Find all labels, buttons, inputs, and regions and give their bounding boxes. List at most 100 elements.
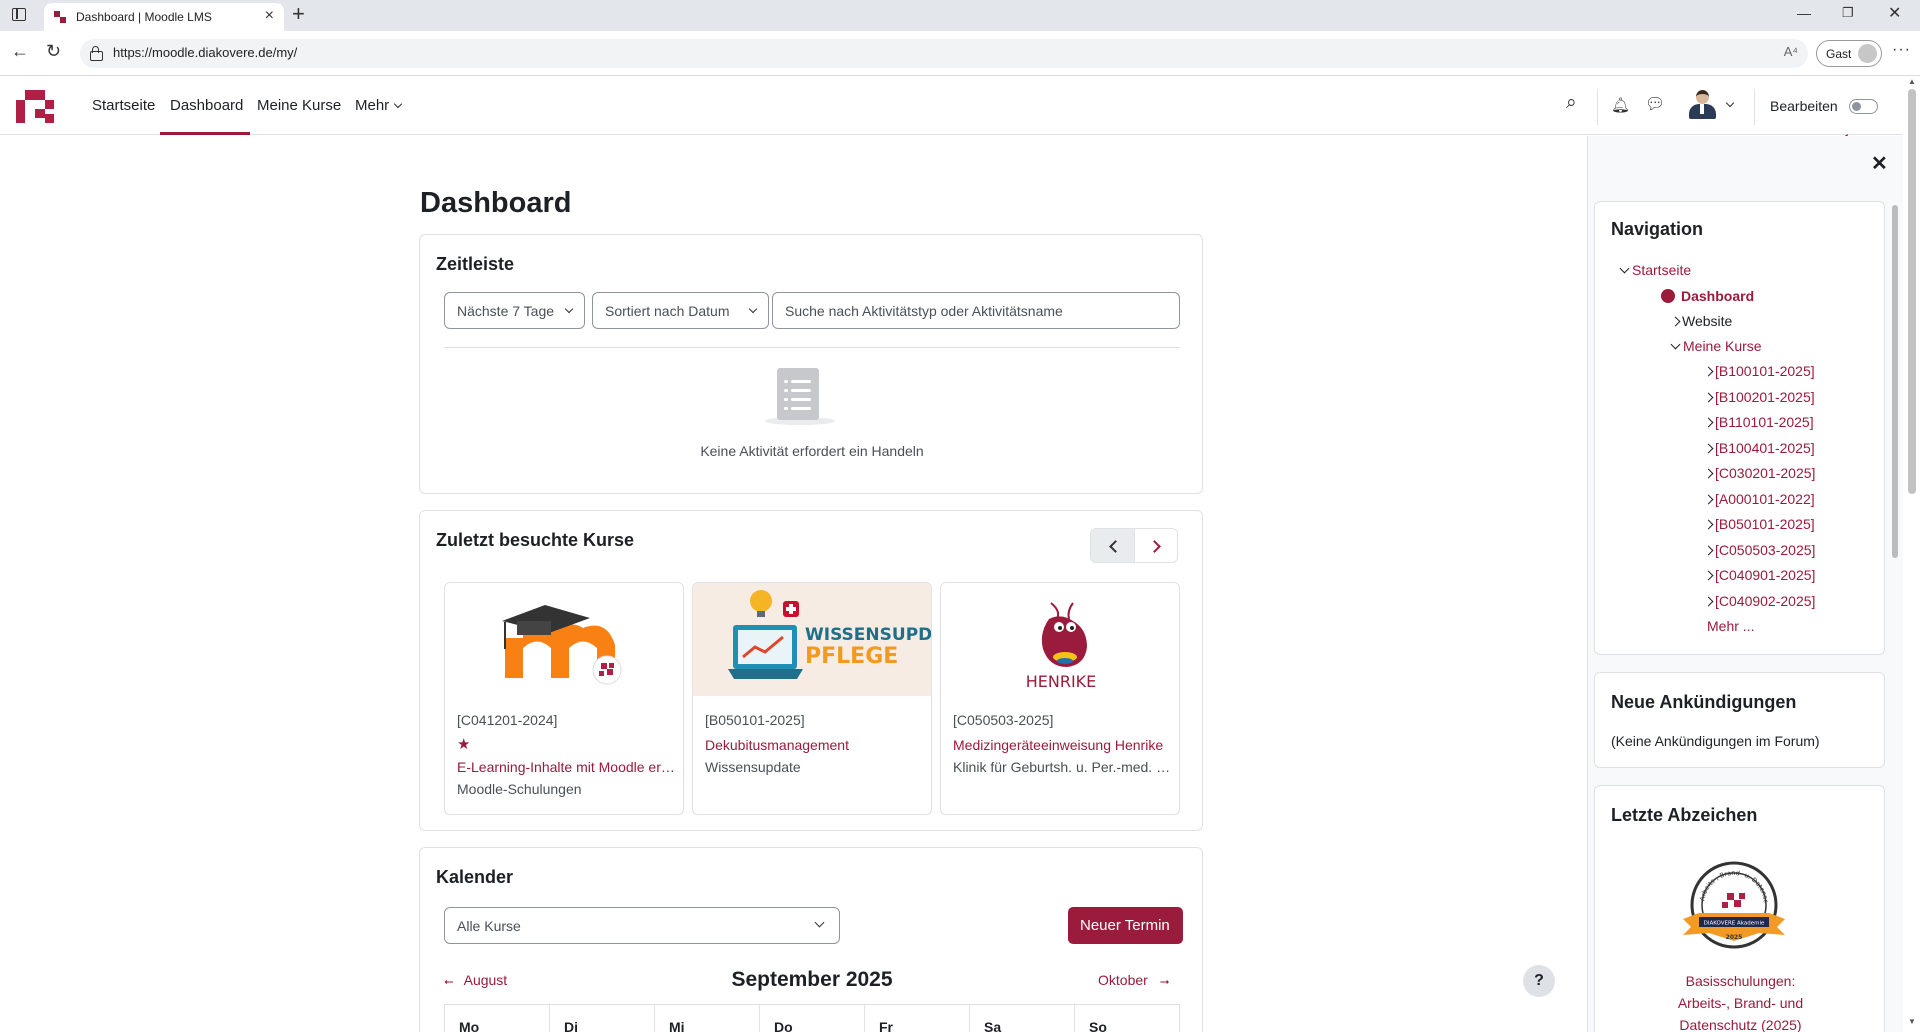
caret-right-icon xyxy=(1703,570,1714,581)
lock-icon xyxy=(90,46,103,61)
profile-button[interactable]: Gast xyxy=(1816,40,1882,67)
nav-tree-course[interactable]: [C050503-2025] xyxy=(1703,542,1815,558)
timeline-empty-message: Keine Aktivität erfordert ein Handeln xyxy=(700,443,924,459)
new-tab-icon[interactable]: + xyxy=(292,1,305,27)
page-title: Dashboard xyxy=(420,187,572,219)
user-menu-chevron-icon[interactable] xyxy=(1725,98,1735,108)
badges-title: Letzte Abzeichen xyxy=(1611,805,1758,825)
chevron-down-icon xyxy=(748,304,758,314)
page-scrollbar-thumb[interactable] xyxy=(1908,89,1916,494)
site-logo[interactable] xyxy=(16,90,56,124)
nav-meine-kurse[interactable]: Meine Kurse xyxy=(257,97,341,114)
nav-tree-course[interactable]: [B100401-2025] xyxy=(1703,440,1815,456)
active-tab-indicator xyxy=(160,132,250,135)
nav-tree-course[interactable]: [C040901-2025] xyxy=(1703,567,1815,583)
nav-mehr[interactable]: Mehr xyxy=(355,97,403,114)
calendar-course-filter[interactable]: Alle Kurse xyxy=(444,907,840,944)
tab-title: Dashboard | Moodle LMS xyxy=(76,10,212,24)
timeline-sort-select[interactable]: Sortiert nach Datum xyxy=(592,292,769,329)
calendar-title: Kalender xyxy=(436,867,514,887)
user-avatar[interactable] xyxy=(1687,88,1717,120)
restore-icon[interactable]: ❐ xyxy=(1842,5,1854,21)
nav-dashboard[interactable]: Dashboard xyxy=(170,97,243,114)
previous-button[interactable] xyxy=(1091,529,1135,562)
divider xyxy=(1597,89,1598,125)
caret-right-icon xyxy=(1703,596,1714,607)
timeline-search-input[interactable]: Suche nach Aktivitätstyp oder Aktivitäts… xyxy=(772,292,1180,329)
nav-tree-course[interactable]: [C030201-2025] xyxy=(1703,465,1816,481)
browser-menu-icon[interactable]: ··· xyxy=(1892,41,1911,59)
sidebar-toggle-icon[interactable] xyxy=(12,8,26,21)
course-code: [C041201-2024] xyxy=(457,712,558,728)
course-card[interactable]: [C041201-2024] ★ E-Learning-Inhalte mit … xyxy=(444,582,684,815)
edit-mode-toggle[interactable] xyxy=(1849,99,1878,114)
url-field[interactable]: https://moodle.diakovere.de/my/ A⁴ xyxy=(80,39,1808,68)
navigation-block: Navigation Startseite Dashboard Website … xyxy=(1594,201,1885,655)
svg-text:DIAKOVERE Akademie: DIAKOVERE Akademie xyxy=(1704,921,1765,927)
chevron-right-icon xyxy=(1148,540,1161,553)
svg-text:WISSENSUPDATE: WISSENSUPDATE xyxy=(805,625,932,645)
close-window-icon[interactable]: ✕ xyxy=(1888,3,1901,23)
search-icon[interactable]: ⌕ xyxy=(1566,92,1577,114)
nav-tree-more-link[interactable]: Mehr ... xyxy=(1707,618,1754,634)
course-card[interactable]: HENRIKE [C050503-2025] Medizingeräteeinw… xyxy=(940,582,1180,815)
page-scrollbar[interactable]: ▲ ▼ xyxy=(1904,77,1920,1032)
back-icon[interactable]: ← xyxy=(11,41,29,62)
nav-tree-course[interactable]: [B100201-2025] xyxy=(1703,389,1815,405)
caret-right-icon xyxy=(1670,316,1681,327)
announcements-title: Neue Ankündigungen xyxy=(1611,692,1797,712)
edit-mode-label: Bearbeiten xyxy=(1770,98,1838,114)
chevron-down-icon xyxy=(814,917,825,928)
nav-tree-label: [C030201-2025] xyxy=(1715,465,1816,481)
caret-right-icon xyxy=(1703,392,1714,403)
nav-tree-dashboard[interactable]: Dashboard xyxy=(1661,287,1754,304)
nav-tree-course[interactable]: [B050101-2025] xyxy=(1703,516,1815,532)
announcements-empty-text: (Keine Ankündigungen im Forum) xyxy=(1611,733,1820,749)
course-name[interactable]: Dekubitusmanagement xyxy=(705,737,925,753)
caret-right-icon xyxy=(1703,494,1714,505)
nav-tree-course[interactable]: [B110101-2025] xyxy=(1703,414,1814,430)
bell-icon[interactable]: 🔔︎ xyxy=(1611,96,1630,114)
close-tab-icon[interactable]: × xyxy=(265,7,274,25)
reload-icon[interactable]: ↻ xyxy=(46,41,61,62)
course-card[interactable]: WISSENSUPDATE PFLEGE [B050101-2025] Deku… xyxy=(692,582,932,815)
read-aloud-icon[interactable]: A⁴ xyxy=(1784,44,1798,59)
nav-tree-course[interactable]: [C040902-2025] xyxy=(1703,593,1816,609)
new-event-button[interactable]: Neuer Termin xyxy=(1068,907,1183,944)
course-name[interactable]: Medizingeräteeinweisung Henrike xyxy=(953,737,1173,753)
close-drawer-icon[interactable]: ✕ xyxy=(1871,151,1888,176)
badge-image[interactable]: Arbeits-, Brand- u. Datenschutz DIAKOVER… xyxy=(1679,861,1789,961)
scroll-up-icon[interactable]: ▲ xyxy=(1908,77,1916,86)
nav-tree-website[interactable]: Website xyxy=(1670,313,1732,329)
star-icon: ★ xyxy=(457,736,471,753)
drawer-scrollbar[interactable] xyxy=(1890,195,1900,1032)
nav-tree-startseite[interactable]: Startseite xyxy=(1619,262,1691,278)
browser-tab[interactable]: Dashboard | Moodle LMS × xyxy=(44,3,284,31)
day-header: Di xyxy=(564,1019,578,1032)
new-event-label: Neuer Termin xyxy=(1080,917,1170,934)
announcements-block: Neue Ankündigungen (Keine Ankündigungen … xyxy=(1594,672,1885,768)
minimize-icon[interactable]: — xyxy=(1797,5,1811,21)
chevron-down-icon xyxy=(564,304,574,314)
chat-icon[interactable]: 💬︎ xyxy=(1645,94,1665,114)
course-category: Moodle-Schulungen xyxy=(457,781,582,797)
drawer-scrollbar-thumb[interactable] xyxy=(1892,205,1898,558)
next-button[interactable] xyxy=(1135,529,1177,562)
calendar-block: Kalender Alle Kurse Neuer Termin ⭠ August… xyxy=(419,847,1203,1032)
badge-caption-line[interactable]: Datenschutz (2025) xyxy=(1595,1014,1886,1032)
badge-caption-line[interactable]: Basisschulungen: xyxy=(1595,970,1886,992)
nav-tree-meine-kurse[interactable]: Meine Kurse xyxy=(1670,338,1762,354)
moodle-favicon-icon xyxy=(54,11,68,23)
course-category: Wissensupdate xyxy=(705,759,801,775)
scroll-down-icon[interactable]: ▼ xyxy=(1908,1017,1916,1026)
timeline-day-filter[interactable]: Nächste 7 Tage xyxy=(444,292,585,329)
nav-tree-course[interactable]: [A000101-2022] xyxy=(1703,491,1815,507)
next-month-link[interactable]: Oktober ⭢ xyxy=(1098,972,1169,989)
nav-tree-label: [C040902-2025] xyxy=(1715,593,1816,609)
badge-caption-line[interactable]: Arbeits-, Brand- und xyxy=(1595,992,1886,1014)
nav-startseite[interactable]: Startseite xyxy=(92,97,155,114)
help-button[interactable]: ? xyxy=(1523,965,1555,997)
nav-tree-course[interactable]: [B100101-2025] xyxy=(1703,363,1815,379)
course-name[interactable]: E-Learning-Inhalte mit Moodle erstellen xyxy=(457,759,677,775)
next-month-label: Oktober xyxy=(1098,972,1148,988)
